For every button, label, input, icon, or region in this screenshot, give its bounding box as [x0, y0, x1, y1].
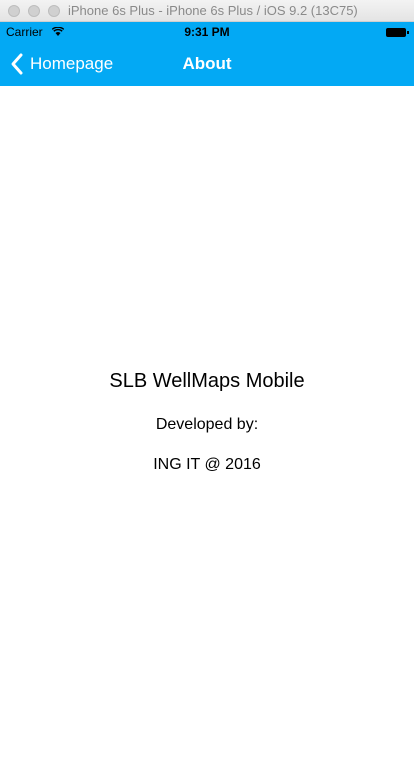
zoom-window-button[interactable] — [48, 5, 60, 17]
battery-icon — [386, 28, 409, 37]
developer-credit: ING IT @ 2016 — [153, 456, 261, 473]
about-content: SLB WellMaps Mobile Developed by: ING IT… — [0, 86, 414, 758]
back-button-label: Homepage — [30, 54, 114, 73]
close-window-button[interactable] — [8, 5, 20, 17]
navigation-bar: Homepage About — [0, 42, 414, 86]
status-time: 9:31 PM — [184, 25, 230, 39]
chevron-left-icon — [11, 53, 23, 75]
minimize-window-button[interactable] — [28, 5, 40, 17]
app-name: SLB WellMaps Mobile — [109, 370, 305, 392]
developed-by-label: Developed by: — [155, 416, 259, 433]
window-title: iPhone 6s Plus - iPhone 6s Plus / iOS 9.… — [68, 3, 358, 18]
status-bar: Carrier 9:31 PM — [0, 22, 414, 42]
simulator-window-bar: iPhone 6s Plus - iPhone 6s Plus / iOS 9.… — [0, 0, 414, 22]
back-button[interactable]: Homepage — [8, 42, 113, 86]
